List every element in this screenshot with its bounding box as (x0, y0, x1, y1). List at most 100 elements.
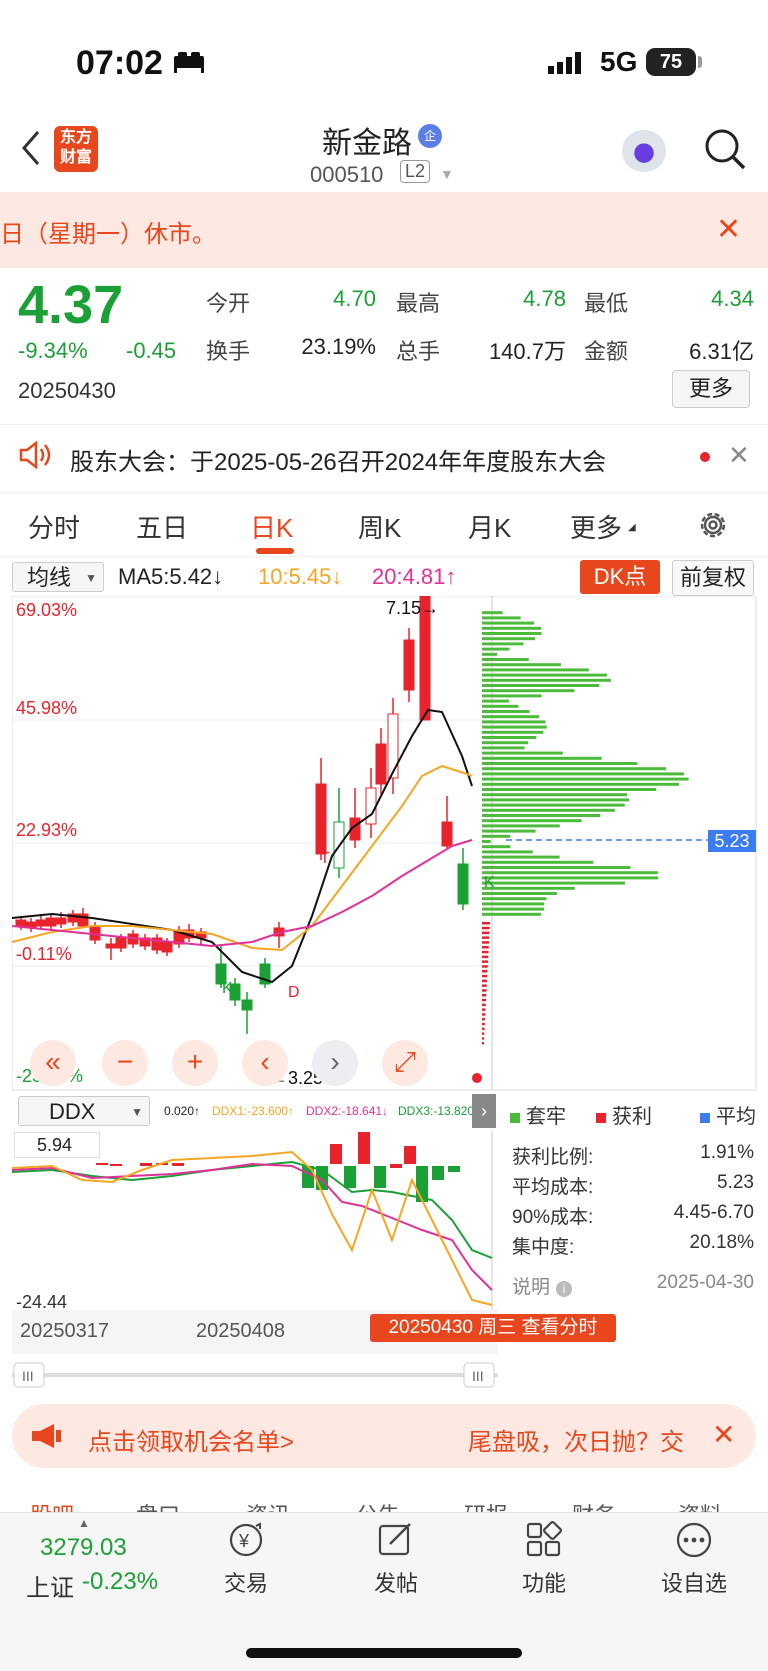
chip-bar (482, 887, 575, 890)
watchlist-label[interactable]: 设自选 (654, 1566, 734, 1598)
info-icon: i (556, 1281, 572, 1297)
chip-bar-profit (482, 956, 488, 959)
scroll-left-button[interactable]: ‹ (242, 1040, 288, 1086)
home-indicator (246, 1648, 522, 1658)
chevron-down-icon: ▼ (85, 563, 97, 593)
ddx-bar (344, 1166, 356, 1188)
ddx-bar (374, 1166, 386, 1188)
chip-note[interactable]: 说明i (512, 1272, 572, 1299)
more-quote-button[interactable]: 更多 (672, 370, 750, 408)
ai-assistant-icon[interactable] (622, 130, 666, 172)
legend-swatch (700, 1113, 710, 1123)
banner-close-button[interactable]: ✕ (712, 1418, 735, 1451)
tab-weekly-k[interactable]: 周K (358, 508, 401, 545)
chip-bar (482, 762, 637, 765)
adjust-mode-button[interactable]: 前复权 (672, 560, 754, 596)
chip-bar (482, 819, 582, 822)
status-time: 07:02 (76, 44, 163, 83)
app-logo[interactable]: 东方财富 (54, 126, 98, 172)
chip-bar (482, 715, 539, 718)
legend-swatch (510, 1113, 520, 1123)
candle-body (442, 822, 452, 846)
tab-intraday[interactable]: 分时 (28, 508, 80, 545)
ddx-bar (390, 1164, 402, 1168)
view-intraday-badge[interactable]: 20250430 周三 查看分时 (370, 1314, 616, 1342)
tab-more[interactable]: 更多 (570, 508, 622, 545)
chip-bar-profit (482, 1013, 485, 1016)
scroll-left-fast-button[interactable]: « (30, 1040, 76, 1086)
banner-left-text[interactable]: 点击领取机会名单> (88, 1422, 294, 1457)
chip-bar (482, 778, 689, 781)
announcement-text[interactable]: 股东大会：于2025-05-26召开2024年年度股东大会 (70, 442, 606, 477)
chip-bar (482, 710, 529, 713)
announcement-close-button[interactable]: ✕ (728, 440, 750, 471)
sleep-icon (172, 50, 206, 81)
quote-date: 20250430 (18, 378, 116, 404)
banner-right-text[interactable]: 尾盘吸，次日抛？交 (468, 1422, 684, 1457)
tab-daily-k[interactable]: 日K (250, 508, 293, 545)
amount-value: 6.31亿 (644, 334, 754, 366)
chip-bar (482, 632, 541, 635)
kline-chart[interactable] (12, 596, 758, 1092)
candle-body (36, 920, 46, 926)
chip-bar-profit (482, 984, 487, 987)
index-change[interactable]: -0.23% (82, 1568, 158, 1596)
candle-body (242, 1000, 252, 1010)
chip-bar-profit (482, 994, 486, 997)
caret-icon: ◢ (628, 522, 636, 533)
search-icon[interactable] (704, 128, 748, 177)
notice-close-button[interactable]: ✕ (716, 212, 741, 247)
chip-bar-profit (482, 951, 489, 954)
chevron-down-icon[interactable]: ▼ (440, 166, 454, 182)
index-name[interactable]: 上证 (26, 1568, 74, 1603)
zoom-in-button[interactable]: + (172, 1040, 218, 1086)
post-label[interactable]: 发帖 (356, 1566, 436, 1598)
candle-body (316, 784, 326, 854)
chip-bar-profit (482, 922, 490, 925)
chip-bar (482, 856, 560, 859)
zoom-out-button[interactable]: − (102, 1040, 148, 1086)
candle-body (366, 788, 376, 824)
index-value[interactable]: 3279.03 (40, 1534, 127, 1562)
back-icon[interactable] (20, 130, 42, 176)
chip-bar (482, 627, 541, 630)
level2-badge[interactable]: L2 (400, 160, 430, 183)
ddx3-value: DDX3:-13.820 (398, 1104, 474, 1118)
signal-k2: K (484, 874, 495, 892)
expand-right-icon[interactable]: › (472, 1094, 496, 1128)
ddx-bar (172, 1163, 184, 1166)
dk-point-button[interactable]: DK点 (580, 560, 660, 594)
cost90-label: 90%成本: (512, 1202, 593, 1229)
gear-icon[interactable] (696, 508, 730, 547)
chip-bar (482, 908, 544, 911)
chip-bar (482, 772, 684, 775)
chip-bar (482, 835, 510, 838)
avg-cost-tag: 5.23 (708, 830, 756, 852)
scroll-right-button[interactable]: › (312, 1040, 358, 1086)
ddx1-value: DDX1:-23.600↑ (212, 1104, 294, 1118)
tab-five-day[interactable]: 五日 (136, 508, 188, 545)
trade-icon[interactable]: ¥ (226, 1520, 266, 1565)
chip-bar (482, 861, 593, 864)
price-axis-4: -0.11% (16, 944, 72, 965)
chip-bar (482, 731, 543, 734)
post-icon[interactable] (376, 1520, 416, 1565)
functions-icon[interactable] (524, 1520, 564, 1565)
volume-value: 140.7万 (456, 334, 566, 366)
functions-label[interactable]: 功能 (504, 1566, 584, 1598)
fullscreen-button[interactable]: ⤢ (382, 1040, 428, 1086)
megaphone-icon (30, 1422, 64, 1455)
chip-bar (482, 705, 519, 708)
chevron-up-icon[interactable]: ▲ (78, 1516, 90, 1530)
chip-bar (482, 814, 600, 817)
ma5-value: MA5:5.42↓ (118, 564, 223, 590)
chip-bar-profit (482, 980, 487, 983)
more-dots-icon[interactable] (674, 1520, 714, 1565)
chip-bar (482, 622, 534, 625)
ddx-select[interactable]: DDX▼ (18, 1096, 150, 1126)
indicator-select[interactable]: 均线▼ (12, 562, 104, 592)
range-scrollbar[interactable]: III III (12, 1360, 498, 1390)
signal-d: D (288, 984, 300, 1002)
trade-label[interactable]: 交易 (206, 1566, 286, 1598)
tab-monthly-k[interactable]: 月K (468, 508, 511, 545)
